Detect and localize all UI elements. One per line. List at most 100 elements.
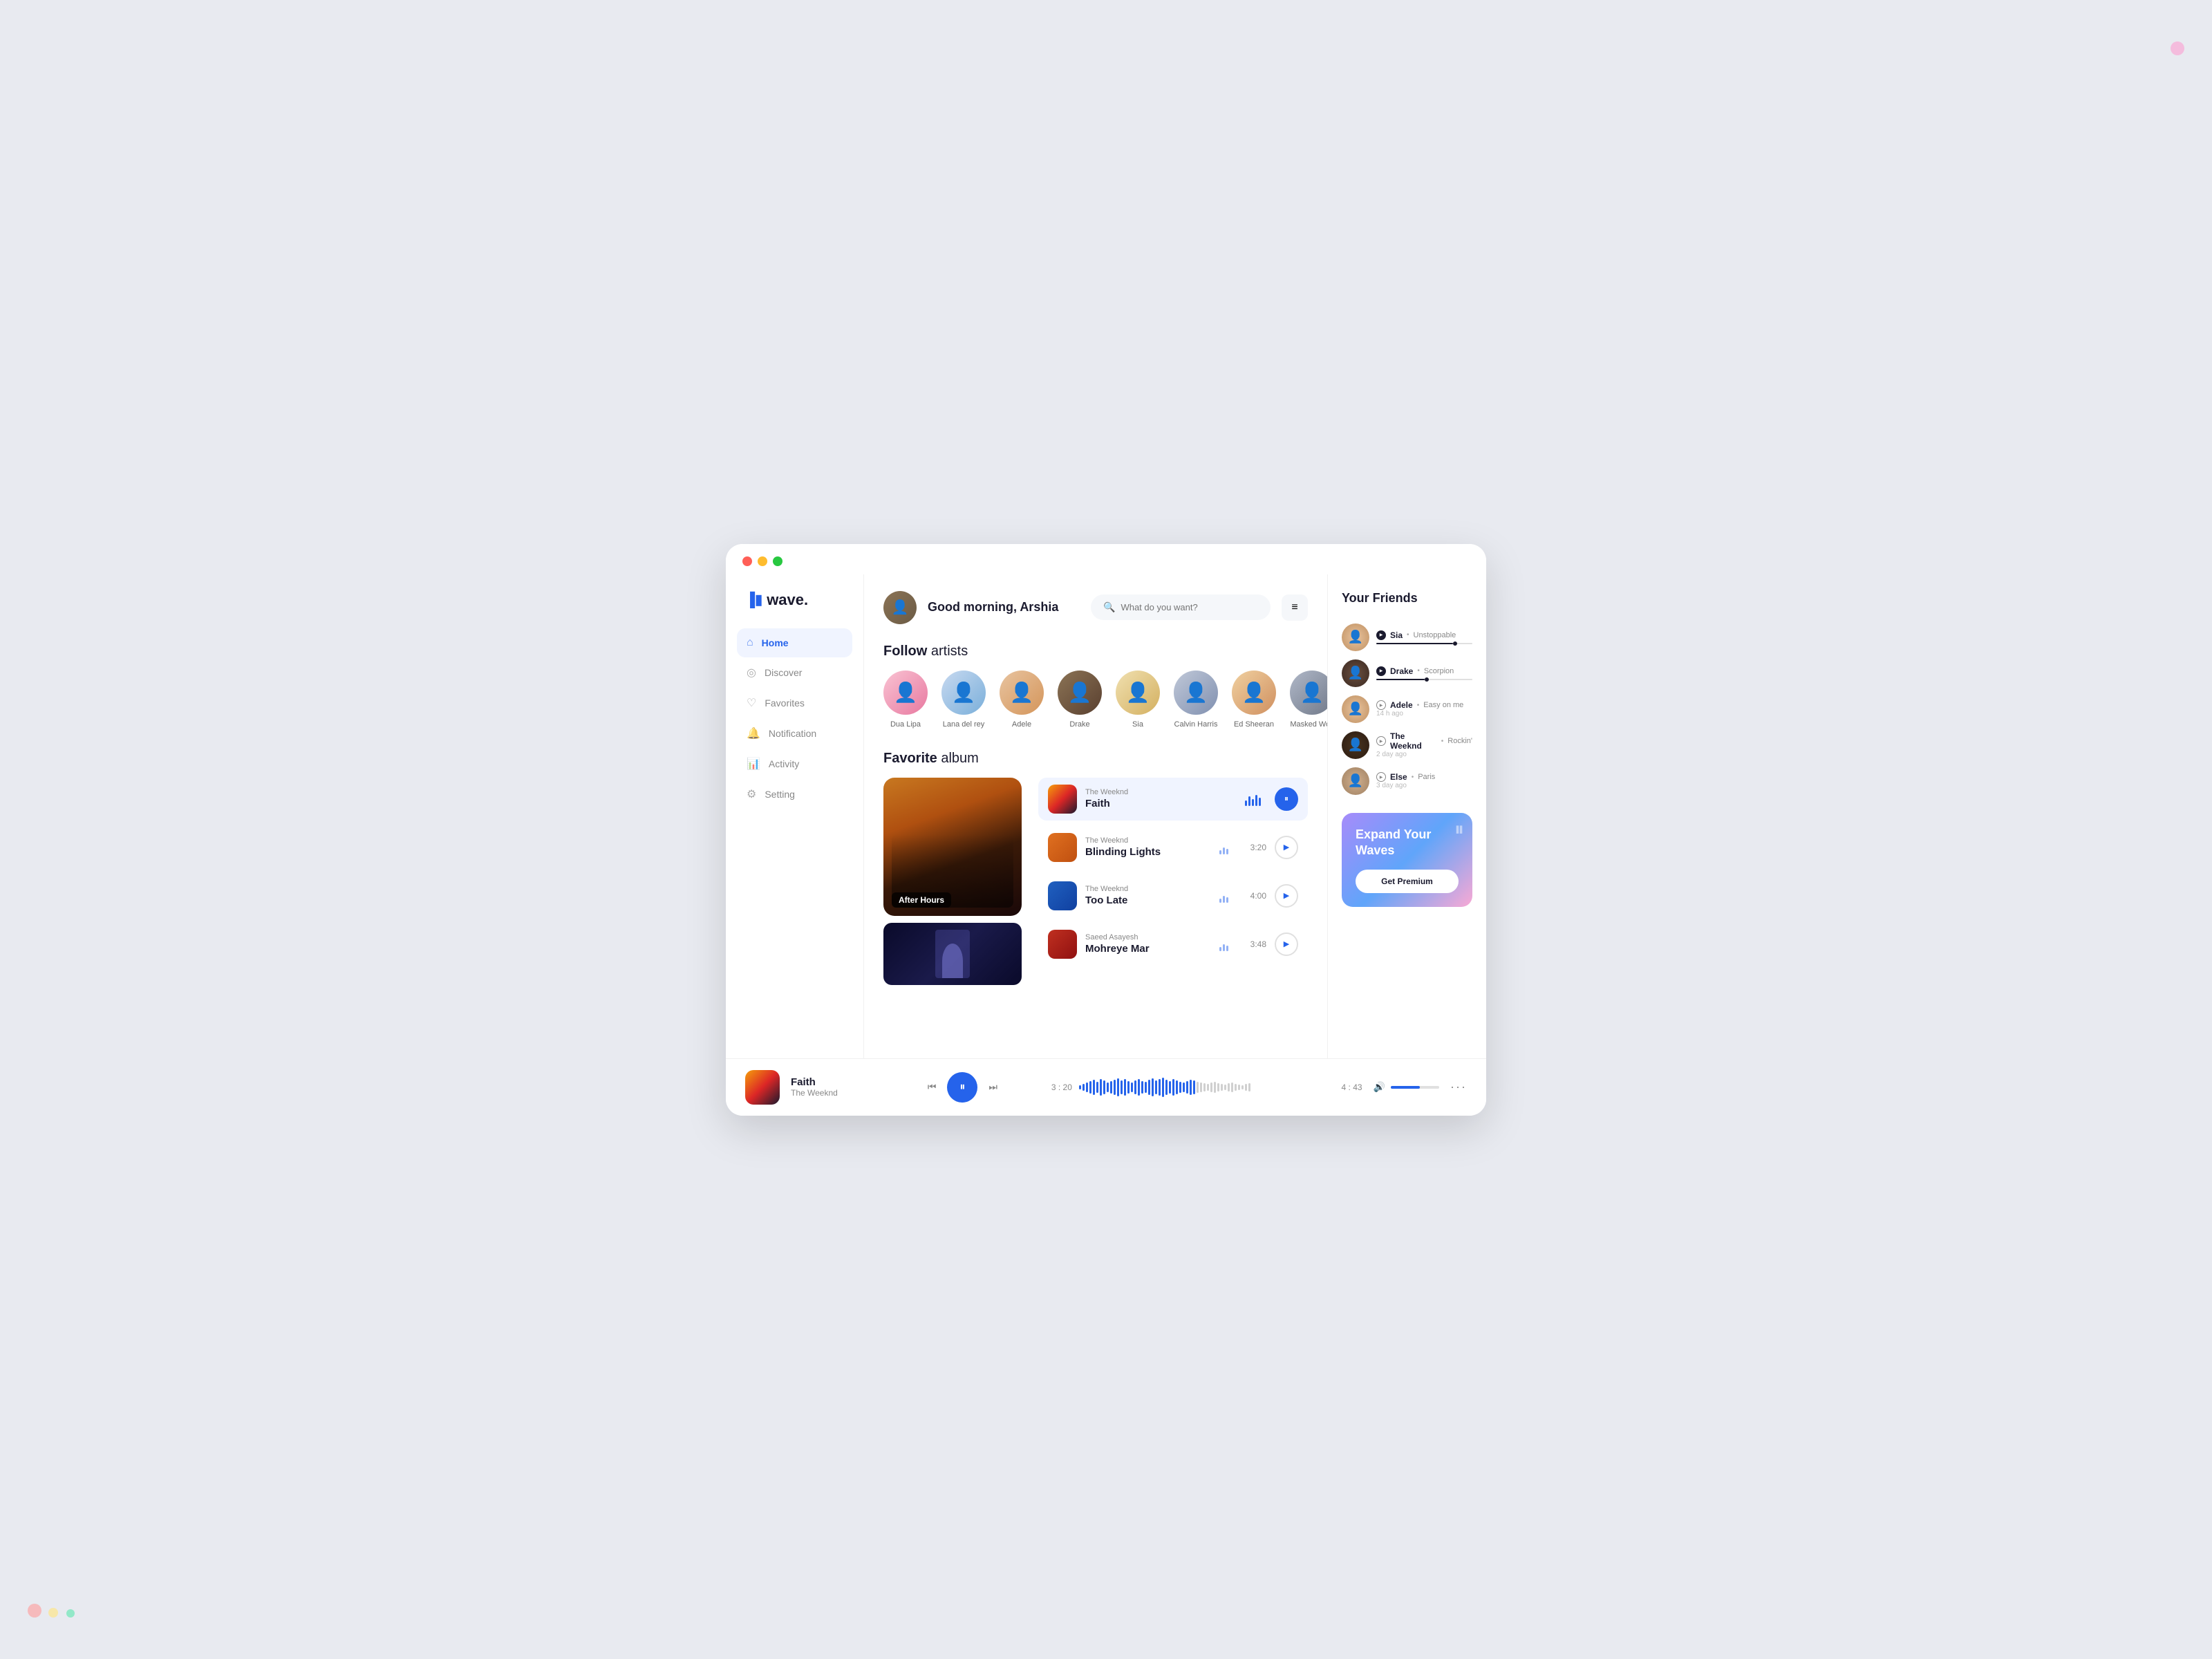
previous-button[interactable]: ⏮: [928, 1081, 937, 1093]
waveform-bar: [1217, 1083, 1219, 1091]
sidebar-item-home[interactable]: ⌂ Home: [737, 628, 852, 657]
volume-bar[interactable]: [1391, 1086, 1439, 1089]
artist-item[interactable]: 👤 Lana del rey: [941, 671, 986, 729]
artist-name: Drake: [1069, 720, 1089, 729]
artist-avatar: 👤: [1290, 671, 1327, 715]
bg-decoration-2: [28, 1604, 41, 1618]
search-bar: 🔍: [1091, 594, 1271, 620]
bar3: [1252, 799, 1254, 806]
sidebar-item-label: Home: [762, 637, 789, 648]
pause-decoration: ⏸: [1454, 818, 1464, 841]
artist-avatar: 👤: [1058, 671, 1102, 715]
track-thumbnail: [1048, 785, 1077, 814]
track-item[interactable]: Saeed Asayesh Mohreye Mar 3:48 ▶: [1038, 923, 1308, 966]
waveform-bar: [1107, 1082, 1109, 1092]
bar5: [1259, 798, 1261, 806]
sidebar-item-notification[interactable]: 🔔 Notification: [737, 718, 852, 749]
follow-artists-title: Follow artists: [883, 644, 1308, 659]
friend-name: The Weeknd: [1390, 731, 1437, 751]
pause-button[interactable]: ⏸: [947, 1072, 977, 1103]
waveform-bar: [1114, 1080, 1116, 1095]
friend-song: Unstoppable: [1414, 631, 1456, 639]
bar4: [1255, 795, 1257, 806]
get-premium-button[interactable]: Get Premium: [1356, 870, 1459, 893]
waveform-bar: [1248, 1083, 1250, 1091]
play-track-button[interactable]: ▶: [1275, 884, 1298, 908]
favorite-album-title: Favorite album: [883, 751, 1308, 767]
search-input[interactable]: [1121, 602, 1258, 612]
second-album-cover[interactable]: [883, 923, 1022, 985]
track-info: The Weeknd Blinding Lights: [1085, 836, 1211, 858]
track-duration: 4:00: [1242, 891, 1266, 901]
waveform-bar: [1190, 1080, 1192, 1095]
sidebar-item-favorites[interactable]: ♡ Favorites: [737, 688, 852, 718]
friend-progress-fill: [1376, 679, 1425, 680]
play-track-button[interactable]: ▶: [1275, 932, 1298, 956]
minimize-button[interactable]: [758, 556, 767, 566]
friend-item[interactable]: 👤 ▶ Drake • Scorpion: [1342, 655, 1472, 691]
friend-item[interactable]: 👤 ▶ The Weeknd • Rockin' 2 day ago: [1342, 727, 1472, 763]
friend-time: 3 day ago: [1376, 782, 1472, 789]
sidebar-item-label: Discover: [765, 667, 802, 678]
waveform-bar: [1231, 1082, 1233, 1092]
friend-name: Else: [1390, 772, 1407, 782]
pause-track-button[interactable]: ⏸: [1275, 787, 1298, 811]
bg-decoration-1: [2171, 41, 2184, 55]
artists-row: 👤 Dua Lipa 👤 Lana del rey 👤 Adele 👤 Drak…: [883, 671, 1308, 729]
friend-item[interactable]: 👤 ▶ Else • Paris 3 day ago: [1342, 763, 1472, 799]
track-item[interactable]: The Weeknd Blinding Lights 3:20 ▶: [1038, 826, 1308, 869]
sidebar-item-setting[interactable]: ⚙ Setting: [737, 779, 852, 809]
user-avatar[interactable]: 👤: [883, 591, 917, 624]
waveform[interactable]: [1079, 1078, 1335, 1097]
maximize-button[interactable]: [773, 556, 782, 566]
main-album-cover[interactable]: After Hours: [883, 778, 1022, 916]
playing-indicator: ▶: [1376, 666, 1386, 676]
friend-song: Scorpion: [1424, 667, 1454, 675]
track-thumbnail: [1048, 930, 1077, 959]
sidebar-item-discover[interactable]: ◎ Discover: [737, 657, 852, 688]
artist-item[interactable]: 👤 Masked Wolf: [1290, 671, 1327, 729]
friend-item[interactable]: 👤 ▶ Sia • Unstoppable: [1342, 619, 1472, 655]
waveform-bar: [1172, 1079, 1174, 1096]
artist-name: Ed Sheeran: [1234, 720, 1274, 729]
track-item[interactable]: The Weeknd Faith ⏸: [1038, 778, 1308, 821]
friend-avatar: 👤: [1342, 767, 1369, 795]
artist-item[interactable]: 👤 Dua Lipa: [883, 671, 928, 729]
bg-decoration-4: [66, 1609, 75, 1618]
title-bar: [726, 544, 1486, 574]
close-button[interactable]: [742, 556, 752, 566]
artist-item[interactable]: 👤 Adele: [1000, 671, 1044, 729]
waveform-bar: [1086, 1082, 1088, 1092]
player-track-title: Faith: [791, 1076, 874, 1088]
friend-details: ▶ Sia • Unstoppable: [1376, 630, 1472, 644]
play-track-button[interactable]: ▶: [1275, 836, 1298, 859]
track-bars: [1219, 937, 1228, 951]
follow-artists-section: Follow artists 👤 Dua Lipa 👤 Lana del rey…: [883, 644, 1308, 729]
waveform-bar: [1214, 1082, 1216, 1093]
waveform-bar: [1224, 1085, 1226, 1090]
next-button[interactable]: ⏭: [988, 1081, 997, 1093]
bar1: [1219, 850, 1221, 854]
artist-item[interactable]: 👤 Sia: [1116, 671, 1160, 729]
track-title: Too Late: [1085, 894, 1211, 906]
sidebar-item-activity[interactable]: 📊 Activity: [737, 749, 852, 779]
track-item[interactable]: The Weeknd Too Late 4:00 ▶: [1038, 874, 1308, 917]
waveform-bar: [1117, 1078, 1119, 1096]
friend-progress-bar: [1376, 679, 1472, 680]
friend-item[interactable]: 👤 ▶ Adele • Easy on me 14 h ago: [1342, 691, 1472, 727]
current-time: 3 : 20: [1051, 1082, 1072, 1092]
filter-button[interactable]: ≡: [1282, 594, 1308, 621]
friend-song: Rockin': [1447, 737, 1472, 745]
artist-item[interactable]: 👤 Drake: [1058, 671, 1102, 729]
bar3: [1226, 849, 1228, 854]
artist-item[interactable]: 👤 Calvin Harris: [1174, 671, 1218, 729]
premium-title: Expand Your Waves: [1356, 827, 1459, 859]
friend-name: Adele: [1390, 700, 1413, 710]
artist-item[interactable]: 👤 Ed Sheeran: [1232, 671, 1276, 729]
waveform-bar: [1183, 1082, 1185, 1092]
artist-avatar: 👤: [1174, 671, 1218, 715]
volume-fill: [1391, 1086, 1420, 1089]
more-options-button[interactable]: ···: [1450, 1080, 1467, 1094]
main-layout: ▐▮ wave. ⌂ Home◎ Discover♡ Favorites🔔 No…: [726, 574, 1486, 1058]
track-info: The Weeknd Too Late: [1085, 885, 1211, 906]
